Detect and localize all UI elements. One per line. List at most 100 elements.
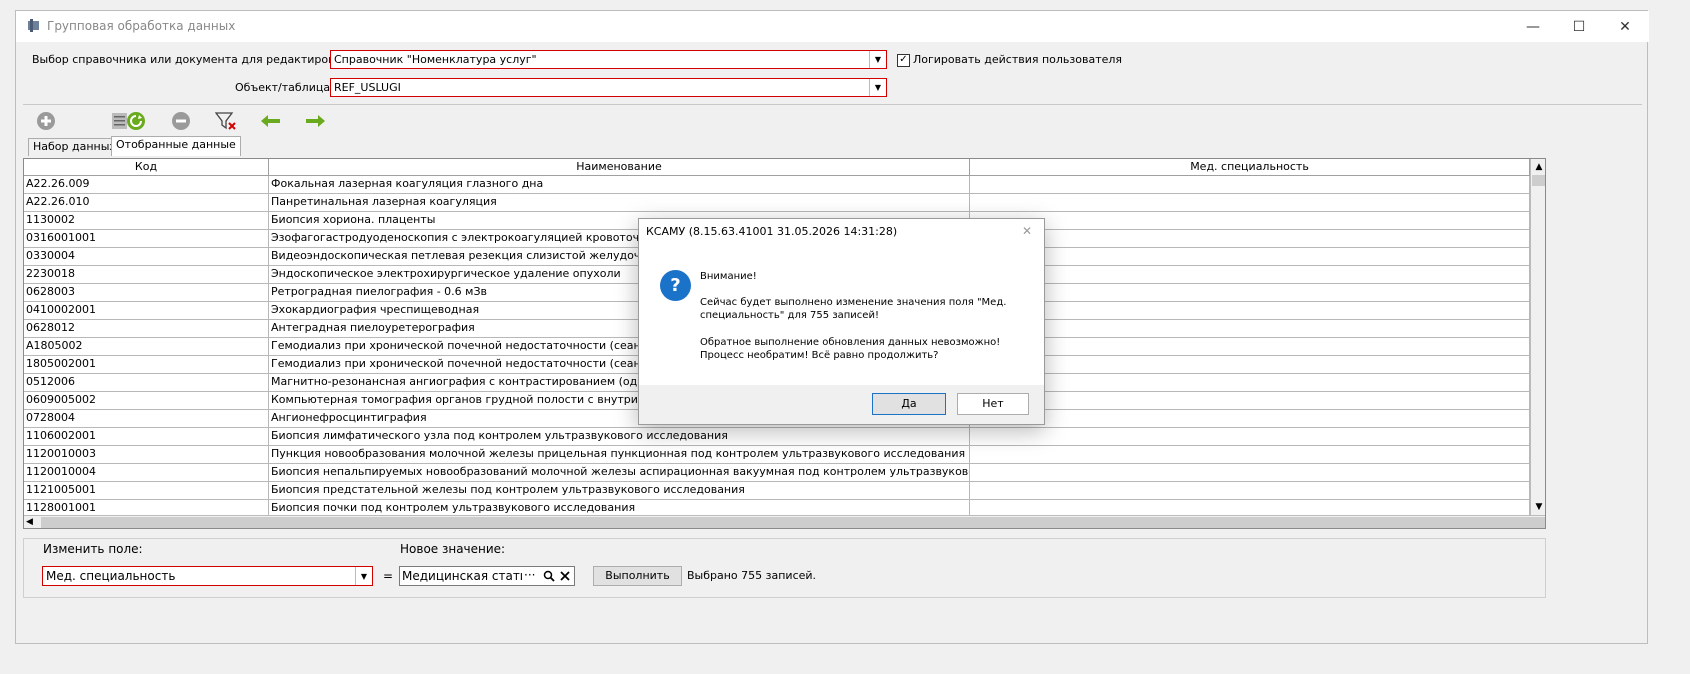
app-icon <box>28 19 39 32</box>
cell-code[interactable]: 1120010003 <box>24 446 269 464</box>
cell-name[interactable]: Панретинальная лазерная коагуляция <box>269 194 970 212</box>
cell-code[interactable]: 0728004 <box>24 410 269 428</box>
cell-specialty[interactable] <box>970 392 1530 410</box>
vertical-scroll-thumb[interactable] <box>1532 175 1545 186</box>
cell-name[interactable]: Биопсия предстательной железы под контро… <box>269 482 970 500</box>
arrow-left-icon[interactable] <box>258 110 284 132</box>
cell-code[interactable]: 0609005002 <box>24 392 269 410</box>
cell-specialty[interactable] <box>970 428 1530 446</box>
remove-icon[interactable] <box>168 110 194 132</box>
cell-specialty[interactable] <box>970 374 1530 392</box>
cell-specialty[interactable] <box>970 266 1530 284</box>
new-value-label: Новое значение: <box>400 542 506 556</box>
dialog-close-button[interactable]: ✕ <box>1022 224 1032 238</box>
table-row[interactable]: 1120010003 Пункция новообразования молочн… <box>24 446 1530 464</box>
maximize-button[interactable]: ☐ <box>1556 11 1602 42</box>
toolbar-divider <box>23 104 1642 105</box>
change-field-combobox[interactable]: Мед. специальность ▼ <box>42 566 373 586</box>
cell-code[interactable]: 0628003 <box>24 284 269 302</box>
horizontal-scrollbar[interactable]: ◀ ▶ <box>24 515 1545 528</box>
cell-specialty[interactable] <box>970 320 1530 338</box>
cell-specialty[interactable] <box>970 338 1530 356</box>
confirm-dialog: КСАМУ (8.15.63.41001 31.05.2026 14:31:28… <box>638 218 1045 425</box>
ref-combobox[interactable]: Справочник "Номенклатура услуг" ▼ <box>330 50 887 69</box>
clear-icon[interactable] <box>559 570 571 582</box>
new-value-text: Медицинская статист <box>402 569 522 583</box>
minimize-button[interactable]: — <box>1510 11 1556 42</box>
column-header-specialty[interactable]: Мед. специальность <box>970 159 1530 176</box>
scroll-down-icon[interactable]: ▼ <box>1531 499 1545 515</box>
cell-specialty[interactable] <box>970 410 1530 428</box>
cell-name[interactable]: Биопсия лимфатического узла под контроле… <box>269 428 970 446</box>
cell-name[interactable]: Фокальная лазерная коагуляция глазного д… <box>269 176 970 194</box>
search-icon[interactable] <box>543 570 555 582</box>
cell-code[interactable]: 1805002001 <box>24 356 269 374</box>
cell-code[interactable]: 1106002001 <box>24 428 269 446</box>
cell-specialty[interactable] <box>970 194 1530 212</box>
column-header-code[interactable]: Код <box>24 159 269 176</box>
filter-clear-icon[interactable] <box>213 110 239 132</box>
table-row[interactable]: 1120010004 Биопсия непальпируемых новообр… <box>24 464 1530 482</box>
cell-code[interactable]: 0330004 <box>24 248 269 266</box>
cell-name[interactable]: Биопсия непальпируемых новообразований м… <box>269 464 970 482</box>
yes-button[interactable]: Да <box>872 393 946 415</box>
tab-selected-data[interactable]: Отобранные данные <box>111 136 241 156</box>
dialog-line-1: Сейчас будет выполнено изменение значени… <box>700 297 1007 308</box>
equals-sign: = <box>383 569 394 583</box>
scroll-left-icon[interactable]: ◀ <box>26 517 33 527</box>
close-window-button[interactable]: ✕ <box>1602 11 1648 42</box>
cell-code[interactable]: 0512006 <box>24 374 269 392</box>
cell-specialty[interactable] <box>970 356 1530 374</box>
vertical-scrollbar[interactable]: ▲ ▼ <box>1530 159 1545 515</box>
object-label: Объект/таблица <box>235 81 331 94</box>
horizontal-scroll-thumb[interactable] <box>41 517 1545 528</box>
new-value-field[interactable]: Медицинская статист ··· <box>399 566 575 586</box>
minimize-icon: — <box>1526 18 1540 35</box>
log-checkbox[interactable]: ✓ <box>897 54 910 67</box>
no-button[interactable]: Нет <box>957 393 1029 415</box>
cell-code[interactable]: 2230018 <box>24 266 269 284</box>
tab-dataset[interactable]: Набор данных <box>28 138 121 156</box>
question-icon: ? <box>660 270 691 301</box>
cell-specialty[interactable] <box>970 212 1530 230</box>
cell-code[interactable]: 1130002 <box>24 212 269 230</box>
cell-specialty[interactable] <box>970 464 1530 482</box>
cell-specialty[interactable] <box>970 482 1530 500</box>
cell-code[interactable]: 1120010004 <box>24 464 269 482</box>
cell-specialty[interactable] <box>970 230 1530 248</box>
arrow-right-icon[interactable] <box>302 110 328 132</box>
cell-code[interactable]: A22.26.009 <box>24 176 269 194</box>
object-combobox[interactable]: REF_USLUGI ▼ <box>330 78 887 97</box>
cell-code[interactable]: 0410002001 <box>24 302 269 320</box>
dialog-heading: Внимание! <box>700 271 757 282</box>
scroll-up-icon[interactable]: ▲ <box>1531 159 1545 175</box>
selected-count: Выбрано 755 записей. <box>687 569 817 582</box>
cell-specialty[interactable] <box>970 284 1530 302</box>
cell-name[interactable]: Пункция новообразования молочной железы … <box>269 446 970 464</box>
add-icon[interactable] <box>33 110 59 132</box>
cell-code[interactable]: A22.26.010 <box>24 194 269 212</box>
table-row[interactable]: A22.26.010 Панретинальная лазерная коагул… <box>24 194 1530 212</box>
close-icon: ✕ <box>1619 18 1631 35</box>
cell-code[interactable]: 1121005001 <box>24 482 269 500</box>
chevron-down-icon[interactable]: ▼ <box>869 51 886 68</box>
cell-specialty[interactable] <box>970 446 1530 464</box>
execute-button[interactable]: Выполнить <box>593 566 682 586</box>
window-title: Групповая обработка данных <box>47 19 236 33</box>
cell-code[interactable]: 0316001001 <box>24 230 269 248</box>
cell-specialty[interactable] <box>970 176 1530 194</box>
dialog-line-3: Обратное выполнение обновления данных не… <box>700 337 1001 348</box>
table-row[interactable]: 1106002001 Биопсия лимфатического узла по… <box>24 428 1530 446</box>
chevron-down-icon[interactable]: ▼ <box>355 567 372 585</box>
chevron-down-icon[interactable]: ▼ <box>869 79 886 96</box>
cell-code[interactable]: A1805002 <box>24 338 269 356</box>
change-field-value: Мед. специальность <box>46 569 176 583</box>
refresh-icon[interactable] <box>123 110 149 132</box>
cell-specialty[interactable] <box>970 302 1530 320</box>
column-header-name[interactable]: Наименование <box>269 159 970 176</box>
ellipsis-button[interactable]: ··· <box>524 568 535 582</box>
cell-specialty[interactable] <box>970 248 1530 266</box>
table-row[interactable]: 1121005001 Биопсия предстательной железы … <box>24 482 1530 500</box>
table-row[interactable]: A22.26.009 Фокальная лазерная коагуляция … <box>24 176 1530 194</box>
cell-code[interactable]: 0628012 <box>24 320 269 338</box>
